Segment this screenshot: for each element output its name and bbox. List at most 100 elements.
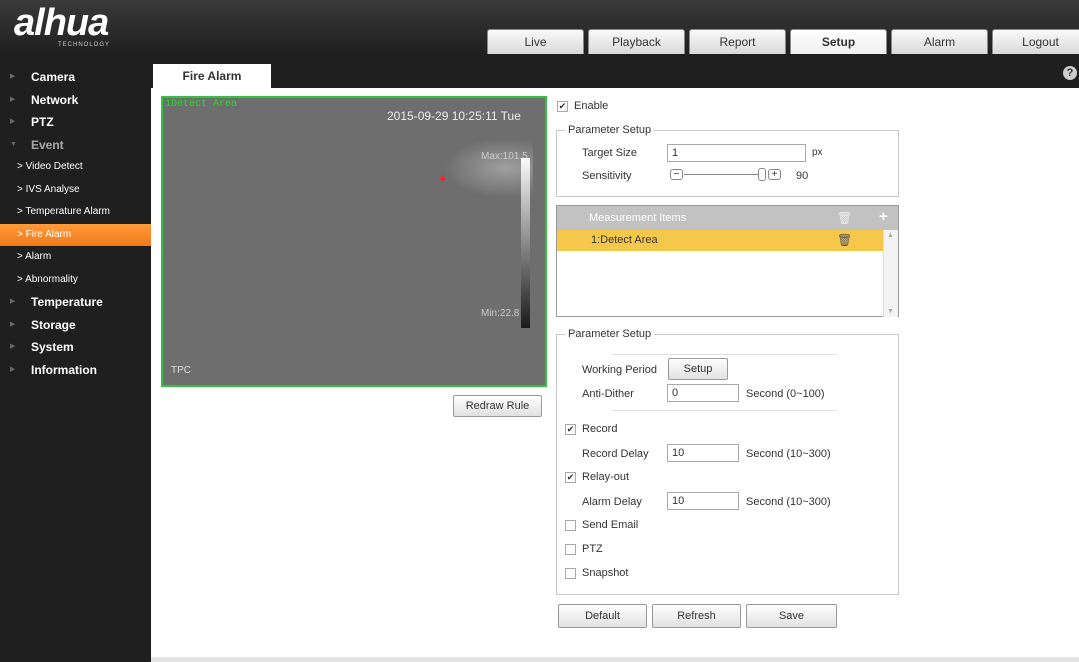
working-period-setup-button[interactable]: Setup xyxy=(668,358,728,380)
send-email-row: Send Email xyxy=(565,519,638,531)
parameter-setup-1-legend: Parameter Setup xyxy=(565,124,655,136)
divider xyxy=(612,410,837,411)
sidebar-item-storage[interactable]: ▶ Storage xyxy=(0,314,151,337)
parameter-setup-2-legend: Parameter Setup xyxy=(565,328,655,340)
trash-icon[interactable]: 🗑 xyxy=(837,230,852,251)
caret-right-icon: ▶ xyxy=(10,320,16,328)
trash-icon[interactable]: 🗑 xyxy=(837,206,852,230)
sidebar-item-ptz[interactable]: ▶ PTZ xyxy=(0,111,151,134)
top-bar: alhua TECHNOLOGY Live Playback Report Se… xyxy=(0,0,1079,56)
snapshot-row: Snapshot xyxy=(565,567,628,579)
sidebar-item-temperature[interactable]: ▶ Temperature xyxy=(0,291,151,314)
tab-report[interactable]: Report xyxy=(689,29,786,54)
brand-logo-sub: TECHNOLOGY xyxy=(58,42,111,48)
enable-row: ✔ Enable xyxy=(557,100,608,112)
enable-checkbox[interactable]: ✔ xyxy=(557,100,568,112)
sidebar-item-ivs-analyse[interactable]: > IVS Analyse xyxy=(0,179,151,202)
alarm-delay-unit: Second (10~300) xyxy=(746,496,831,508)
sensitivity-label: Sensitivity xyxy=(582,170,632,182)
tab-setup[interactable]: Setup xyxy=(790,29,887,54)
record-delay-unit: Second (10~300) xyxy=(746,448,831,460)
crosshair-icon: + xyxy=(439,172,447,186)
brand-logo: alhua xyxy=(14,2,109,44)
minus-icon[interactable]: − xyxy=(670,169,683,180)
sidebar-item-system[interactable]: ▶ System xyxy=(0,336,151,359)
relay-out-row: ✔ Relay-out xyxy=(565,471,629,483)
tab-fire-alarm[interactable]: Fire Alarm xyxy=(153,64,271,88)
relay-out-checkbox[interactable]: ✔ xyxy=(565,471,576,483)
ptz-row: PTZ xyxy=(565,543,603,555)
heat-glow xyxy=(443,138,533,198)
tab-live[interactable]: Live xyxy=(487,29,584,54)
snapshot-checkbox[interactable] xyxy=(565,567,576,579)
caret-right-icon: ▶ xyxy=(10,365,16,373)
list-scrollbar[interactable]: ▲ ▼ xyxy=(883,230,898,317)
target-size-unit: px xyxy=(812,147,823,158)
anti-dither-input[interactable]: 0 xyxy=(667,384,739,402)
caret-right-icon: ▶ xyxy=(10,298,16,305)
tab-alarm[interactable]: Alarm xyxy=(891,29,988,54)
main-nav-tabs: Live Playback Report Setup Alarm Logout xyxy=(487,29,1079,54)
send-email-label: Send Email xyxy=(582,519,639,531)
sensitivity-value: 90 xyxy=(796,170,809,182)
sidebar-item-video-detect[interactable]: > Video Detect xyxy=(0,156,151,179)
slider-handle[interactable] xyxy=(758,168,766,181)
video-preview[interactable]: 1Detect Area 2015-09-29 10:25:11 Tue Max… xyxy=(161,96,547,387)
relay-out-label: Relay-out xyxy=(582,471,630,483)
video-timestamp: 2015-09-29 10:25:11 Tue xyxy=(387,109,521,123)
scroll-down-icon[interactable]: ▼ xyxy=(887,308,894,315)
record-label: Record xyxy=(582,423,618,435)
sidebar-item-event[interactable]: ▼ Event xyxy=(0,134,151,157)
record-row: ✔ Record xyxy=(565,423,617,435)
target-size-label: Target Size xyxy=(582,147,638,159)
tab-playback[interactable]: Playback xyxy=(588,29,685,54)
record-delay-input[interactable]: 10 xyxy=(667,444,739,462)
channel-label: TPC xyxy=(171,365,191,376)
caret-right-icon: ▶ xyxy=(10,73,16,80)
caret-right-icon: ▶ xyxy=(10,95,16,103)
target-size-input[interactable]: 1 xyxy=(667,144,806,162)
ptz-checkbox[interactable] xyxy=(565,543,576,555)
save-button[interactable]: Save xyxy=(746,604,837,628)
plus-icon[interactable]: + xyxy=(768,169,781,180)
add-icon[interactable]: + xyxy=(879,205,888,229)
sidebar-item-abnormality[interactable]: > Abnormality xyxy=(0,269,151,292)
working-period-label: Working Period xyxy=(582,364,657,376)
measurement-items-title: Measurement Items xyxy=(589,212,687,224)
tab-logout[interactable]: Logout xyxy=(992,29,1079,54)
scroll-up-icon[interactable]: ▲ xyxy=(887,232,894,239)
sensitivity-slider[interactable]: − + xyxy=(670,167,795,183)
record-delay-label: Record Delay xyxy=(582,448,649,460)
alarm-delay-input[interactable]: 10 xyxy=(667,492,739,510)
measurement-row[interactable]: 1:Detect Area 🗑 xyxy=(557,230,898,251)
detect-area-label: 1Detect Area xyxy=(165,99,238,110)
alarm-delay-label: Alarm Delay xyxy=(582,496,642,508)
anti-dither-unit: Second (0~100) xyxy=(746,388,825,400)
enable-label: Enable xyxy=(574,100,609,112)
temperature-scale-bar xyxy=(521,158,530,328)
sidebar-item-network[interactable]: ▶ Network xyxy=(0,89,151,112)
snapshot-label: Snapshot xyxy=(582,567,629,579)
caret-right-icon: ▶ xyxy=(10,343,16,350)
bottom-strip xyxy=(151,657,1079,662)
page-tab-bar: Fire Alarm ? xyxy=(151,56,1079,88)
sidebar-item-camera[interactable]: ▶ Camera xyxy=(0,66,151,89)
measurement-row-label: 1:Detect Area xyxy=(591,234,658,246)
redraw-rule-button[interactable]: Redraw Rule xyxy=(453,395,542,417)
default-button[interactable]: Default xyxy=(558,604,647,628)
sidebar-item-alarm[interactable]: > Alarm xyxy=(0,246,151,269)
measurement-items-list: Measurement Items 🗑 + 1:Detect Area 🗑 ▲ … xyxy=(556,205,899,317)
measurement-items-header: Measurement Items 🗑 + xyxy=(557,206,898,230)
help-icon[interactable]: ? xyxy=(1063,66,1077,80)
slider-track xyxy=(684,174,764,175)
refresh-button[interactable]: Refresh xyxy=(652,604,741,628)
min-temp-label: Min:22.8 xyxy=(481,308,520,319)
caret-down-icon: ▼ xyxy=(10,140,17,148)
sidebar-item-information[interactable]: ▶ Information xyxy=(0,359,151,382)
sidebar-item-temperature-alarm[interactable]: > Temperature Alarm xyxy=(0,201,151,224)
sidebar-item-fire-alarm[interactable]: > Fire Alarm xyxy=(0,223,151,246)
caret-right-icon: ▶ xyxy=(10,118,16,125)
record-checkbox[interactable]: ✔ xyxy=(565,423,576,435)
send-email-checkbox[interactable] xyxy=(565,519,576,531)
ptz-label: PTZ xyxy=(582,543,603,555)
